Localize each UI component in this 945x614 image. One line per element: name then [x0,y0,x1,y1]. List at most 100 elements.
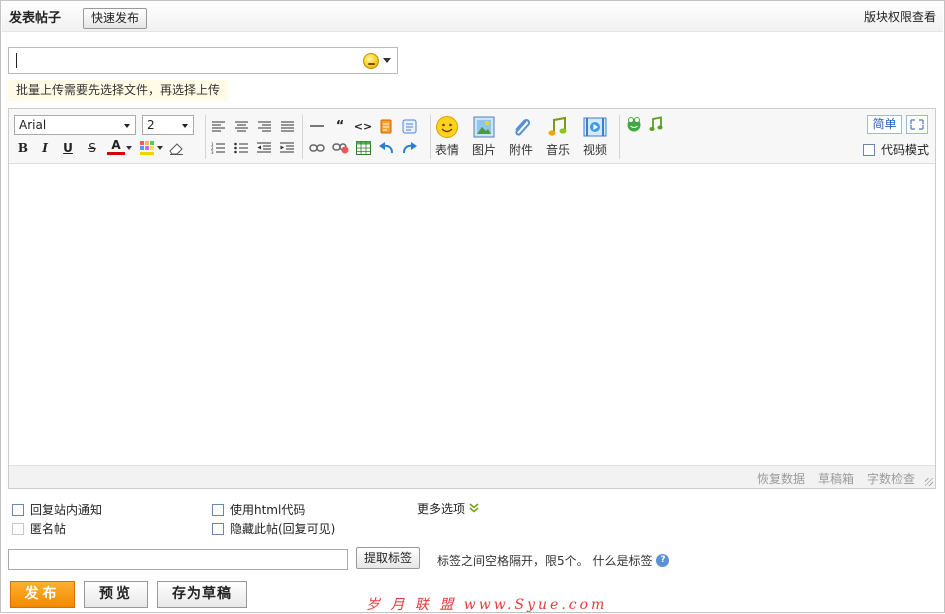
italic-icon[interactable]: I [36,139,54,157]
font-size-select[interactable]: 2 [142,115,194,135]
use-html-option[interactable]: 使用html代码 [212,501,305,518]
music-button[interactable]: 音乐 [543,115,573,158]
chevron-down-icon[interactable] [156,139,164,157]
restore-data-link[interactable]: 恢复数据 [757,470,805,487]
hide-content-icon[interactable] [400,117,418,135]
unordered-list-icon[interactable] [232,139,250,157]
table-icon[interactable] [354,139,372,157]
chevron-down-icon [124,124,130,128]
reply-notify-option[interactable]: 回复站内通知 [12,501,102,518]
hide-post-label: 隐藏此帖(回复可见) [230,522,336,536]
indent-icon[interactable] [278,139,296,157]
horizontal-rule-icon[interactable] [308,117,326,135]
anonymous-label: 匿名帖 [30,522,67,536]
paperclip-icon [509,115,533,139]
drafts-link[interactable]: 草稿箱 [818,470,854,487]
preview-button[interactable]: 预览 [84,581,148,608]
more-options-link[interactable]: 更多选项 [417,500,479,517]
eraser-icon[interactable] [167,139,185,157]
redo-icon[interactable] [400,139,418,157]
bold-icon[interactable]: B [14,139,32,157]
reply-notify-checkbox[interactable] [12,503,24,516]
more-options-label: 更多选项 [417,502,466,516]
font-size-value: 2 [147,118,155,132]
font-family-select[interactable]: Arial [14,115,136,135]
hide-post-option[interactable]: 隐藏此帖(回复可见) [212,520,335,537]
align-center-icon[interactable] [232,117,250,135]
question-icon[interactable]: ? [656,554,670,567]
editor-statusbar: 恢复数据 草稿箱 字数检查 [9,465,935,488]
link-icon[interactable] [308,139,326,157]
tags-help-text: 标签之间空格隔开，限5个。 什么是标签 [437,554,653,568]
background-color-icon[interactable] [138,139,156,157]
use-html-label: 使用html代码 [230,503,306,517]
chevron-down-icon [182,124,188,128]
reply-notify-label: 回复站内通知 [30,503,103,517]
image-button[interactable]: 图片 [469,115,499,158]
toolbar-separator [430,115,431,159]
strikethrough-icon[interactable]: S [83,139,101,157]
fullscreen-button[interactable] [906,115,928,134]
quote-icon[interactable]: “ [331,117,349,135]
fullscreen-icon [910,119,924,130]
resize-handle[interactable] [925,478,933,486]
page-title: 发表帖子 [9,11,62,26]
post-form: 发表帖子 快速发布 版块权限查看 批量上传需要先选择文件，再选择上传 Arial… [0,0,945,613]
anonymous-option[interactable]: 匿名帖 [12,520,66,537]
video-icon [583,115,607,139]
code-mode-label: 代码模式 [881,143,930,157]
toolbar-separator [205,115,206,159]
attachment-label: 附件 [508,143,533,157]
image-label: 图片 [471,143,496,157]
word-count-link[interactable]: 字数检查 [867,470,915,487]
editor-content-area[interactable] [9,165,935,465]
emoticon-button[interactable]: 表情 [432,115,462,158]
subject-input[interactable] [8,47,398,74]
align-left-icon[interactable] [209,117,227,135]
chevron-down-icon[interactable] [383,58,391,63]
watermark: 岁 月 联 盟 www.Syue.com [366,597,608,613]
undo-icon[interactable] [377,139,395,157]
toolbar-separator [302,115,303,159]
code-mode-checkbox[interactable] [863,143,875,156]
permission-link[interactable]: 版块权限查看 [864,8,936,25]
upload-tip: 批量上传需要先选择文件，再选择上传 [8,80,229,101]
toolbar-separator [619,115,620,159]
font-color-icon[interactable]: A [107,138,125,155]
align-justify-icon[interactable] [278,117,296,135]
smiley-icon[interactable] [363,53,379,69]
quick-publish-button[interactable]: 快速发布 [83,8,148,29]
save-draft-button[interactable]: 存为草稿 [157,581,247,608]
image-icon [472,115,496,139]
double-chevron-down-icon [469,502,479,515]
simple-mode-button[interactable]: 简单 [867,115,902,134]
frog-icon[interactable] [625,115,643,133]
hide-post-checkbox[interactable] [212,522,224,535]
video-label: 视频 [582,143,607,157]
svg-text:3: 3 [211,150,214,154]
text-caret [16,53,17,68]
use-html-checkbox[interactable] [212,503,224,516]
underline-icon[interactable]: U [59,139,77,157]
ordered-list-icon[interactable]: 123 [209,139,227,157]
align-right-icon[interactable] [255,117,273,135]
music-note-icon[interactable] [647,115,665,133]
music-icon [546,115,570,139]
video-button[interactable]: 视频 [580,115,610,158]
chevron-down-icon[interactable] [125,139,133,157]
anonymous-checkbox[interactable] [12,522,24,535]
attachment-button[interactable]: 附件 [506,115,536,158]
tags-help: 标签之间空格隔开，限5个。 什么是标签 ? [437,552,670,569]
code-mode-toggle[interactable]: 代码模式 [863,141,929,158]
editor: Arial 2 B I U S A 1 2 3 “ <> 表情 图片 附件 音乐… [8,108,936,489]
tags-input[interactable] [8,549,348,570]
publish-button[interactable]: 发布 [10,581,75,608]
code-icon[interactable]: <> [354,117,372,135]
emoticon-label: 表情 [434,143,459,157]
fetch-tags-button[interactable]: 提取标签 [356,547,421,569]
free-icon[interactable] [377,117,395,135]
smiley-icon [435,115,459,139]
editor-toolbar: Arial 2 B I U S A 1 2 3 “ <> 表情 图片 附件 音乐… [9,109,935,164]
outdent-icon[interactable] [255,139,273,157]
unlink-icon[interactable] [331,139,349,157]
